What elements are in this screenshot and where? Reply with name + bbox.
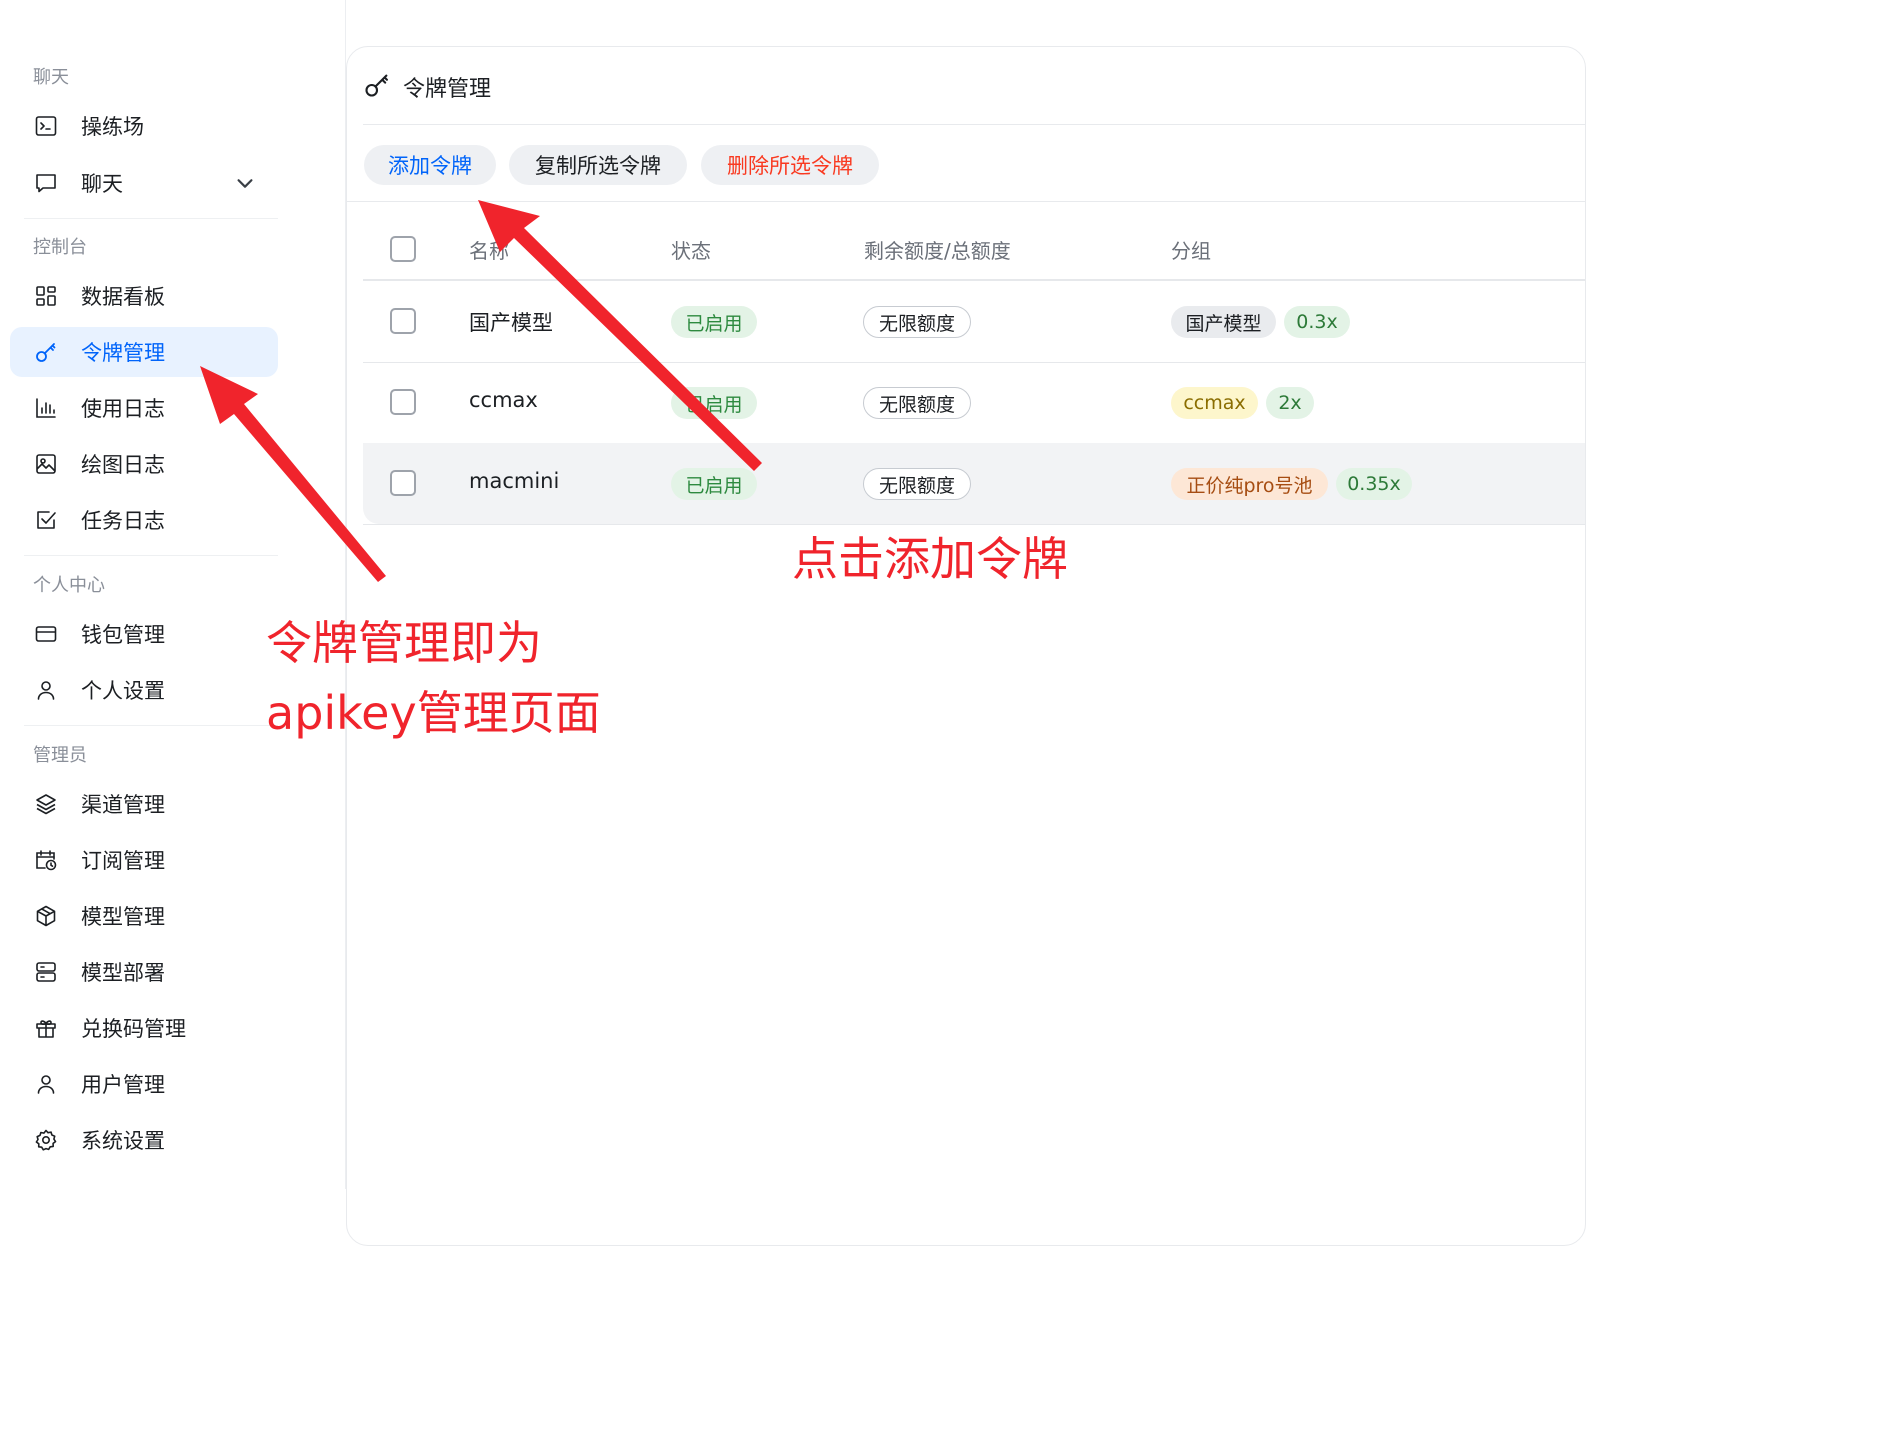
select-all-checkbox[interactable]: [390, 236, 416, 262]
sidebar-item-task-log[interactable]: 任务日志: [10, 495, 278, 545]
sidebar-item-subscriptions[interactable]: 订阅管理: [10, 835, 278, 885]
sidebar-item-label: 模型部署: [81, 961, 165, 985]
cube-icon: [34, 904, 58, 928]
row-checkbox[interactable]: [390, 389, 416, 415]
row-checkbox[interactable]: [390, 470, 416, 496]
status-badge: 已启用: [671, 387, 757, 419]
sidebar-item-deploy[interactable]: 模型部署: [10, 947, 278, 997]
quota-badge: 无限额度: [863, 387, 971, 419]
sidebar-item-settings[interactable]: 系统设置: [10, 1115, 278, 1165]
sidebar-divider: [24, 218, 278, 219]
section-label-console: 控制台: [33, 237, 87, 258]
user-icon: [34, 678, 58, 702]
sidebar-item-label: 数据看板: [81, 285, 165, 309]
sidebar-item-playground[interactable]: 操练场: [10, 101, 278, 151]
row-checkbox[interactable]: [390, 308, 416, 334]
sidebar-item-label: 渠道管理: [81, 793, 165, 817]
sidebar-item-redeem[interactable]: 兑换码管理: [10, 1003, 278, 1053]
ratio-badge: 2x: [1266, 387, 1314, 419]
column-header-name[interactable]: 名称: [469, 235, 509, 264]
column-header-quota[interactable]: 剩余额度/总额度: [864, 235, 1011, 264]
token-name: ccmax: [469, 388, 538, 412]
delete-selected-tokens-button[interactable]: 删除所选令牌: [701, 145, 879, 185]
key-icon: [363, 71, 391, 99]
sidebar-item-label: 模型管理: [81, 905, 165, 929]
chat-bubble-icon: [34, 171, 58, 195]
calendar-icon: [34, 848, 58, 872]
sidebar-item-chat[interactable]: 聊天: [10, 158, 278, 208]
sidebar-item-label: 钱包管理: [81, 623, 165, 647]
sidebar-item-profile[interactable]: 个人设置: [10, 665, 278, 715]
annotation-click-add: 点击添加令牌: [792, 532, 1068, 586]
sidebar-item-draw-log[interactable]: 绘图日志: [10, 439, 278, 489]
token-name: 国产模型: [469, 311, 553, 335]
annotation-token-line2: apikey管理页面: [266, 686, 601, 740]
sidebar-item-label: 绘图日志: [81, 453, 165, 477]
gear-icon: [34, 1128, 58, 1152]
sidebar-item-label: 用户管理: [81, 1073, 165, 1097]
header-divider: [363, 124, 1585, 125]
table-row[interactable]: macmini 已启用 无限额度 正价纯pro号池 0.35x: [363, 443, 1585, 524]
sidebar-item-label: 个人设置: [81, 679, 165, 703]
sidebar-item-label: 令牌管理: [81, 341, 165, 365]
chevron-down-icon[interactable]: [234, 172, 256, 194]
quota-badge: 无限额度: [863, 306, 971, 338]
ratio-badge: 0.35x: [1336, 468, 1412, 500]
sidebar: 聊天 操练场 聊天 控制台 数据看板 令牌管理 使用日志 绘图日志 任务日志 个…: [0, 0, 346, 1189]
sidebar-item-channels[interactable]: 渠道管理: [10, 779, 278, 829]
status-badge: 已启用: [671, 468, 757, 500]
sidebar-item-label: 订阅管理: [81, 849, 165, 873]
section-label-personal: 个人中心: [33, 575, 105, 596]
sidebar-item-label: 任务日志: [81, 509, 165, 533]
column-header-group[interactable]: 分组: [1171, 235, 1211, 264]
column-header-status[interactable]: 状态: [671, 235, 711, 264]
sidebar-item-dashboard[interactable]: 数据看板: [10, 271, 278, 321]
sidebar-item-models[interactable]: 模型管理: [10, 891, 278, 941]
image-icon: [34, 452, 58, 476]
toolbar-divider: [347, 201, 1585, 202]
section-label-admin: 管理员: [33, 745, 87, 766]
checkbox-icon: [34, 508, 58, 532]
quota-badge: 无限额度: [863, 468, 971, 500]
group-badge: 国产模型: [1171, 306, 1276, 338]
token-name: macmini: [469, 469, 560, 493]
grid-icon: [34, 284, 58, 308]
group-badge: 正价纯pro号池: [1171, 468, 1328, 500]
table-row[interactable]: 国产模型 已启用 无限额度 国产模型 0.3x: [363, 281, 1585, 362]
sidebar-item-label: 聊天: [81, 172, 123, 196]
sidebar-item-label: 兑换码管理: [81, 1017, 186, 1041]
gift-icon: [34, 1016, 58, 1040]
sidebar-item-users[interactable]: 用户管理: [10, 1059, 278, 1109]
ratio-badge: 0.3x: [1284, 306, 1350, 338]
group-badge: ccmax: [1171, 387, 1258, 419]
server-icon: [34, 960, 58, 984]
sidebar-item-label: 使用日志: [81, 397, 165, 421]
add-token-button[interactable]: 添加令牌: [364, 145, 496, 185]
sidebar-divider: [24, 555, 278, 556]
page-title: 令牌管理: [403, 77, 492, 102]
layers-icon: [34, 792, 58, 816]
sidebar-item-tokens[interactable]: 令牌管理: [10, 327, 278, 377]
section-label-chat: 聊天: [33, 67, 69, 88]
annotation-token-line1: 令牌管理即为: [266, 616, 542, 670]
sidebar-item-label: 操练场: [81, 115, 144, 139]
sidebar-divider: [24, 725, 278, 726]
user-icon: [34, 1072, 58, 1096]
key-icon: [34, 340, 58, 364]
bar-chart-icon: [34, 396, 58, 420]
sidebar-item-label: 系统设置: [81, 1129, 165, 1153]
status-badge: 已启用: [671, 306, 757, 338]
copy-selected-tokens-button[interactable]: 复制所选令牌: [509, 145, 687, 185]
table-row[interactable]: ccmax 已启用 无限额度 ccmax 2x: [363, 362, 1585, 443]
terminal-icon: [34, 114, 58, 138]
sidebar-item-usage-log[interactable]: 使用日志: [10, 383, 278, 433]
sidebar-item-wallet[interactable]: 钱包管理: [10, 609, 278, 659]
credit-card-icon: [34, 622, 58, 646]
